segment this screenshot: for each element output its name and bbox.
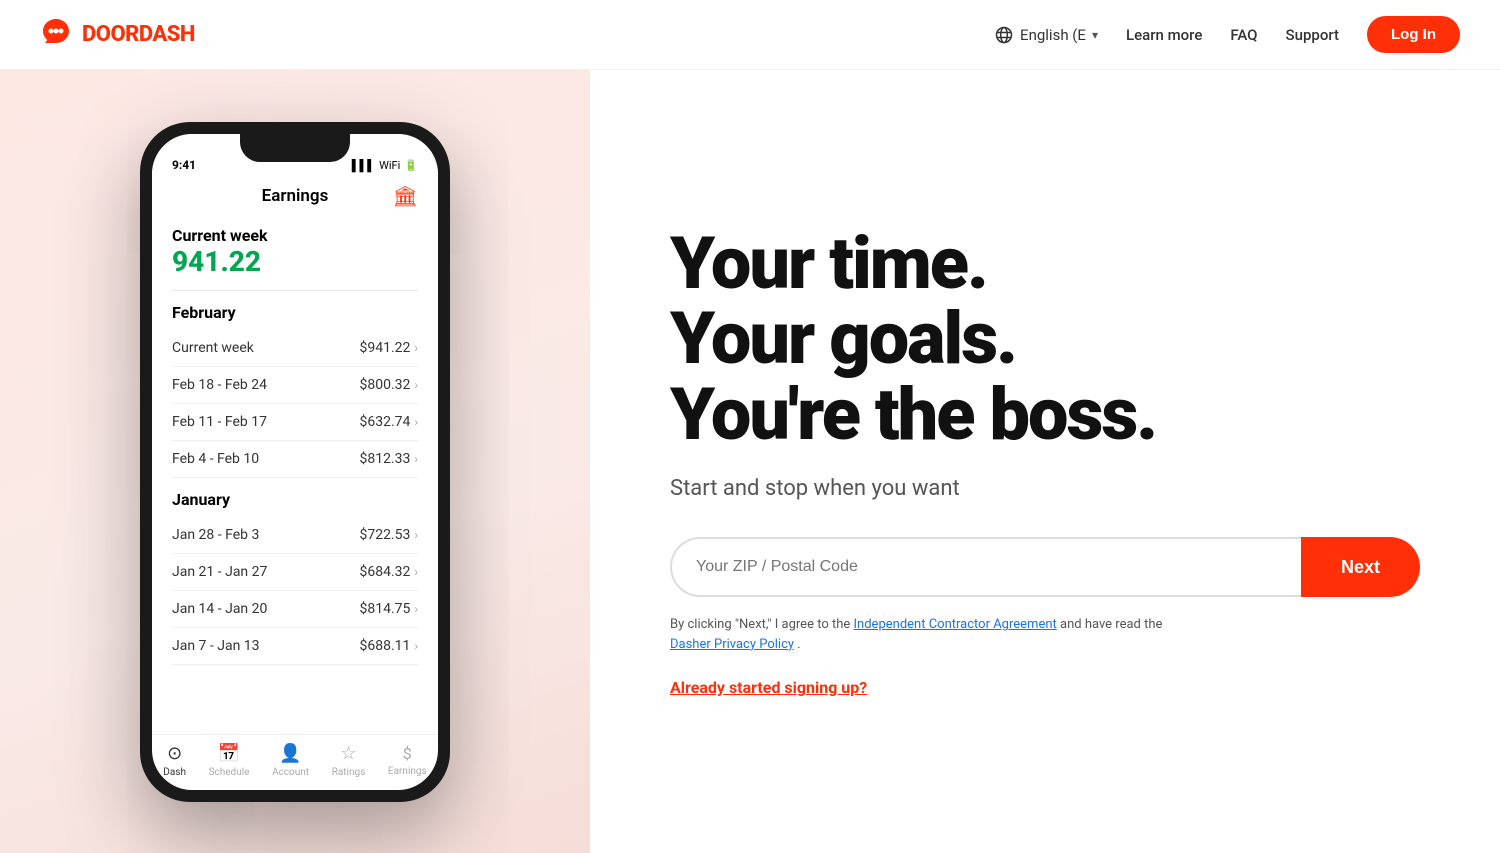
phone-mockup: 9:41 ▌▌▌ WiFi 🔋 Earnings 🏛 Current week … bbox=[140, 122, 450, 802]
hero-line2: Your goals. bbox=[670, 296, 1016, 381]
row-right: $684.32 › bbox=[359, 564, 418, 580]
doordash-logo-icon bbox=[40, 17, 72, 52]
login-button[interactable]: Log In bbox=[1367, 16, 1460, 53]
logo: DOORDASH bbox=[40, 17, 195, 52]
chevron-right-icon: › bbox=[414, 602, 418, 616]
language-label: English (E bbox=[1020, 26, 1086, 44]
dash-nav-icon: ⊙ bbox=[167, 743, 182, 764]
row-right: $632.74 › bbox=[359, 414, 418, 430]
earnings-row[interactable]: Current week $941.22 › bbox=[172, 330, 418, 367]
row-label: Jan 28 - Feb 3 bbox=[172, 527, 259, 543]
row-label: Jan 7 - Jan 13 bbox=[172, 638, 260, 654]
status-time: 9:41 bbox=[172, 158, 196, 172]
earnings-row[interactable]: Jan 14 - Jan 20 $814.75 › bbox=[172, 591, 418, 628]
earnings-row[interactable]: Jan 7 - Jan 13 $688.11 › bbox=[172, 628, 418, 665]
earnings-row[interactable]: Jan 28 - Feb 3 $722.53 › bbox=[172, 517, 418, 554]
ratings-nav-icon: ☆ bbox=[340, 743, 356, 764]
logo-text: DOORDASH bbox=[82, 22, 195, 47]
earnings-row[interactable]: Feb 4 - Feb 10 $812.33 › bbox=[172, 441, 418, 478]
hero-title: Your time. Your goals. You're the boss. bbox=[670, 226, 1420, 453]
row-amount: $688.11 bbox=[359, 638, 410, 654]
row-right: $814.75 › bbox=[359, 601, 418, 617]
row-label: Jan 21 - Jan 27 bbox=[172, 564, 267, 580]
row-amount: $941.22 bbox=[359, 340, 410, 356]
row-right: $722.53 › bbox=[359, 527, 418, 543]
nav-item-ratings[interactable]: ☆ Ratings bbox=[332, 743, 366, 778]
chevron-right-icon: › bbox=[414, 639, 418, 653]
status-icons: ▌▌▌ WiFi 🔋 bbox=[352, 159, 418, 172]
signal-icon: ▌▌▌ bbox=[352, 159, 375, 172]
earnings-nav-icon: $ bbox=[403, 744, 412, 763]
header: DOORDASH English (E ▾ Learn more FAQ Sup… bbox=[0, 0, 1500, 70]
february-label: February bbox=[172, 291, 418, 330]
chevron-right-icon: › bbox=[414, 378, 418, 392]
nav-item-account[interactable]: 👤 Account bbox=[272, 743, 309, 778]
hero-line3: You're the boss. bbox=[670, 372, 1156, 457]
account-nav-icon: 👤 bbox=[279, 743, 301, 764]
row-label: Feb 18 - Feb 24 bbox=[172, 377, 267, 393]
chevron-right-icon: › bbox=[414, 341, 418, 355]
contractor-agreement-link[interactable]: Independent Contractor Agreement bbox=[854, 617, 1057, 632]
right-panel: Your time. Your goals. You're the boss. … bbox=[590, 70, 1500, 853]
current-week-amount: 941.22 bbox=[172, 245, 418, 291]
signup-form: Next bbox=[670, 537, 1420, 597]
learn-more-link[interactable]: Learn more bbox=[1126, 26, 1202, 44]
nav-item-label: Ratings bbox=[332, 767, 366, 778]
row-label: Feb 4 - Feb 10 bbox=[172, 451, 259, 467]
nav-item-label: Schedule bbox=[209, 767, 250, 778]
chevron-right-icon: › bbox=[414, 452, 418, 466]
phone-content: Current week 941.22 February Current wee… bbox=[152, 216, 438, 734]
nav-item-schedule[interactable]: 📅 Schedule bbox=[209, 743, 250, 778]
nav-item-dash[interactable]: ⊙ Dash bbox=[163, 743, 186, 778]
header-nav: English (E ▾ Learn more FAQ Support Log … bbox=[994, 16, 1460, 53]
nav-item-label: Account bbox=[272, 767, 309, 778]
support-link[interactable]: Support bbox=[1286, 26, 1339, 44]
next-button[interactable]: Next bbox=[1301, 537, 1420, 597]
row-right: $800.32 › bbox=[359, 377, 418, 393]
chevron-right-icon: › bbox=[414, 415, 418, 429]
row-amount: $722.53 bbox=[359, 527, 410, 543]
wifi-icon: WiFi bbox=[379, 159, 400, 172]
privacy-policy-link[interactable]: Dasher Privacy Policy bbox=[670, 637, 794, 652]
earnings-row[interactable]: Feb 11 - Feb 17 $632.74 › bbox=[172, 404, 418, 441]
chevron-right-icon: › bbox=[414, 565, 418, 579]
language-selector[interactable]: English (E ▾ bbox=[994, 25, 1098, 45]
phone-screen-title: Earnings bbox=[262, 186, 329, 206]
row-right: $688.11 › bbox=[359, 638, 418, 654]
main-content: 9:41 ▌▌▌ WiFi 🔋 Earnings 🏛 Current week … bbox=[0, 70, 1500, 853]
row-right: $941.22 › bbox=[359, 340, 418, 356]
zip-input[interactable] bbox=[670, 537, 1301, 597]
nav-item-label: Earnings bbox=[388, 766, 427, 777]
row-amount: $684.32 bbox=[359, 564, 410, 580]
earnings-row[interactable]: Jan 21 - Jan 27 $684.32 › bbox=[172, 554, 418, 591]
terms-text: By clicking "Next," I agree to the Indep… bbox=[670, 615, 1190, 654]
hero-subtitle: Start and stop when you want bbox=[670, 476, 1420, 501]
phone-bottom-nav: ⊙ Dash 📅 Schedule 👤 Account ☆ Ratings bbox=[152, 734, 438, 790]
row-amount: $800.32 bbox=[359, 377, 410, 393]
battery-icon: 🔋 bbox=[404, 159, 418, 172]
schedule-nav-icon: 📅 bbox=[218, 743, 240, 764]
chevron-down-icon: ▾ bbox=[1092, 28, 1098, 42]
phone-notch bbox=[240, 134, 350, 162]
january-label: January bbox=[172, 478, 418, 517]
bank-icon: 🏛 bbox=[393, 184, 418, 208]
row-amount: $814.75 bbox=[359, 601, 410, 617]
row-right: $812.33 › bbox=[359, 451, 418, 467]
nav-item-label: Dash bbox=[163, 767, 186, 778]
left-panel: 9:41 ▌▌▌ WiFi 🔋 Earnings 🏛 Current week … bbox=[0, 70, 590, 853]
row-label: Current week bbox=[172, 340, 254, 356]
current-week-label: Current week bbox=[172, 216, 418, 245]
earnings-row[interactable]: Feb 18 - Feb 24 $800.32 › bbox=[172, 367, 418, 404]
nav-item-earnings[interactable]: $ Earnings bbox=[388, 744, 427, 777]
row-label: Feb 11 - Feb 17 bbox=[172, 414, 267, 430]
faq-link[interactable]: FAQ bbox=[1230, 26, 1257, 44]
hero-line1: Your time. bbox=[670, 221, 987, 306]
row-amount: $812.33 bbox=[359, 451, 410, 467]
phone-screen: 9:41 ▌▌▌ WiFi 🔋 Earnings 🏛 Current week … bbox=[152, 134, 438, 790]
row-label: Jan 14 - Jan 20 bbox=[172, 601, 267, 617]
already-signed-up-link[interactable]: Already started signing up? bbox=[670, 678, 1420, 697]
chevron-right-icon: › bbox=[414, 528, 418, 542]
phone-app-header: Earnings 🏛 bbox=[152, 178, 438, 216]
row-amount: $632.74 bbox=[359, 414, 410, 430]
